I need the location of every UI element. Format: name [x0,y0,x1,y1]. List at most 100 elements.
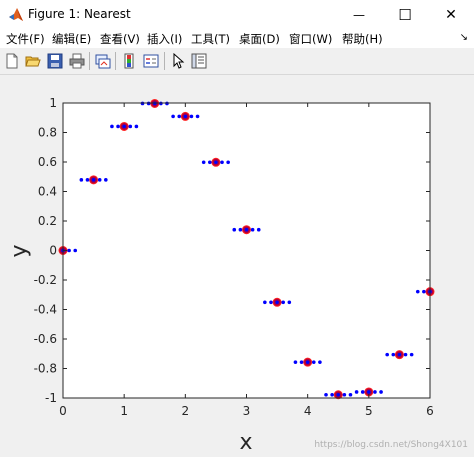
print-button[interactable] [67,51,87,71]
interp-point [275,300,279,305]
interp-point [110,124,114,129]
interp-point [391,352,396,357]
y-axis-label: y [7,244,32,257]
save-icon [47,53,63,69]
x-tick-label: 2 [182,404,190,418]
toolbar-separator [164,52,165,70]
interp-point [287,300,292,305]
edit-plot-button[interactable] [168,51,188,71]
interp-point [226,160,230,165]
interp-point [201,160,206,165]
y-tick-label: 1 [49,96,57,110]
close-icon: ✕ [445,7,457,23]
open-file-icon [25,56,41,67]
interp-point [183,114,188,119]
colorbar-button[interactable] [119,51,139,71]
matlab-logo-icon [9,8,23,21]
menu-desktop[interactable]: 桌面(D) [239,31,280,47]
x-tick-label: 5 [365,404,373,418]
interp-point [409,352,414,357]
interp-point [336,392,341,397]
pointer-icon [173,53,185,69]
minimize-icon: — [353,8,365,22]
menu-window[interactable]: 窗口(W) [289,31,332,47]
menu-file[interactable]: 文件(F) [6,31,45,47]
y-tick-label: 0.6 [38,155,57,169]
watermark: https://blog.csdn.net/Shong4X101 [314,440,468,450]
interp-point [244,227,249,232]
y-tick-label: 0.2 [38,214,57,228]
interp-point [415,289,420,294]
interp-point [171,114,175,119]
interp-point [397,352,402,357]
interp-point [354,390,359,394]
interp-point [305,360,310,364]
interp-point [104,178,108,182]
interp-point [79,178,84,182]
x-axis-label: x [239,430,252,453]
y-tick-label: -0.6 [34,332,57,346]
menu-view[interactable]: 查看(V) [100,31,140,47]
interp-point [348,392,353,397]
y-tick-label: -0.8 [34,362,57,376]
menu-edit[interactable]: 编辑(E) [52,31,91,47]
plot-svg[interactable]: 0 1 2 3 4 5 6 -1 -0.8 -0.6 -0.4 -0.2 0 0.2 0.4 0.6 0.8 1… [0,75,474,455]
x-tick-label: 6 [426,404,434,418]
print-icon [69,53,85,69]
link-plot-button[interactable] [93,51,113,71]
interp-point [403,352,408,357]
link-plot-icon [95,54,111,69]
toolbar-separator [89,52,90,70]
interp-point [177,114,182,119]
interp-point [238,227,243,232]
maximize-icon: ☐ [398,6,412,24]
menu-bar: 文件(F) 编辑(E) 查看(V) 插入(I) 工具(T) 桌面(D) 窗口(W… [0,30,474,48]
interp-point [67,248,71,253]
figure-canvas: 0 1 2 3 4 5 6 -1 -0.8 -0.6 -0.4 -0.2 0 0.2 0.4 0.6 0.8 1… [0,75,474,455]
interp-point [134,124,139,129]
figure-toolbar [0,48,474,75]
y-tick-label: -0.2 [34,273,57,287]
close-button[interactable]: ✕ [428,0,474,30]
open-file-button[interactable] [23,51,43,71]
x-tick-label: 3 [243,404,251,418]
interp-point [214,160,218,165]
interp-point [269,300,273,305]
property-inspector-icon [191,53,207,69]
colorbar-icon [124,53,134,69]
interp-point [208,160,212,165]
interp-point [318,360,322,364]
axes-background [63,103,430,398]
menu-overflow-icon[interactable]: ↘ [460,32,468,43]
legend-button[interactable] [141,51,161,71]
minimize-button[interactable]: — [336,0,382,30]
property-inspector-button[interactable] [189,51,209,71]
interp-point [324,392,328,397]
y-tick-label: 0.8 [38,126,57,140]
legend-icon [143,54,159,68]
interp-point [128,124,133,129]
maximize-button[interactable]: ☐ [382,0,428,30]
interp-point [311,360,316,364]
interp-point [299,360,304,364]
x-tick-label: 0 [59,404,67,418]
interp-point [97,178,102,182]
interp-point [85,178,90,182]
interp-point [263,300,267,305]
save-button[interactable] [45,51,65,71]
interp-point [232,227,237,232]
interp-point [256,227,261,232]
interp-point [373,390,377,394]
title-bar: Figure 1: Nearest — ☐ ✕ [0,0,474,30]
x-tick-label: 4 [304,404,312,418]
new-figure-button[interactable] [2,51,22,71]
new-figure-icon [6,53,18,69]
menu-help[interactable]: 帮助(H) [342,31,383,47]
window-title: Figure 1: Nearest [28,7,131,21]
interp-point [379,390,383,394]
menu-tools[interactable]: 工具(T) [191,31,230,47]
interp-point [367,390,371,394]
x-tick-label: 1 [120,404,128,418]
interp-point [342,392,347,397]
menu-insert[interactable]: 插入(I) [147,31,182,47]
